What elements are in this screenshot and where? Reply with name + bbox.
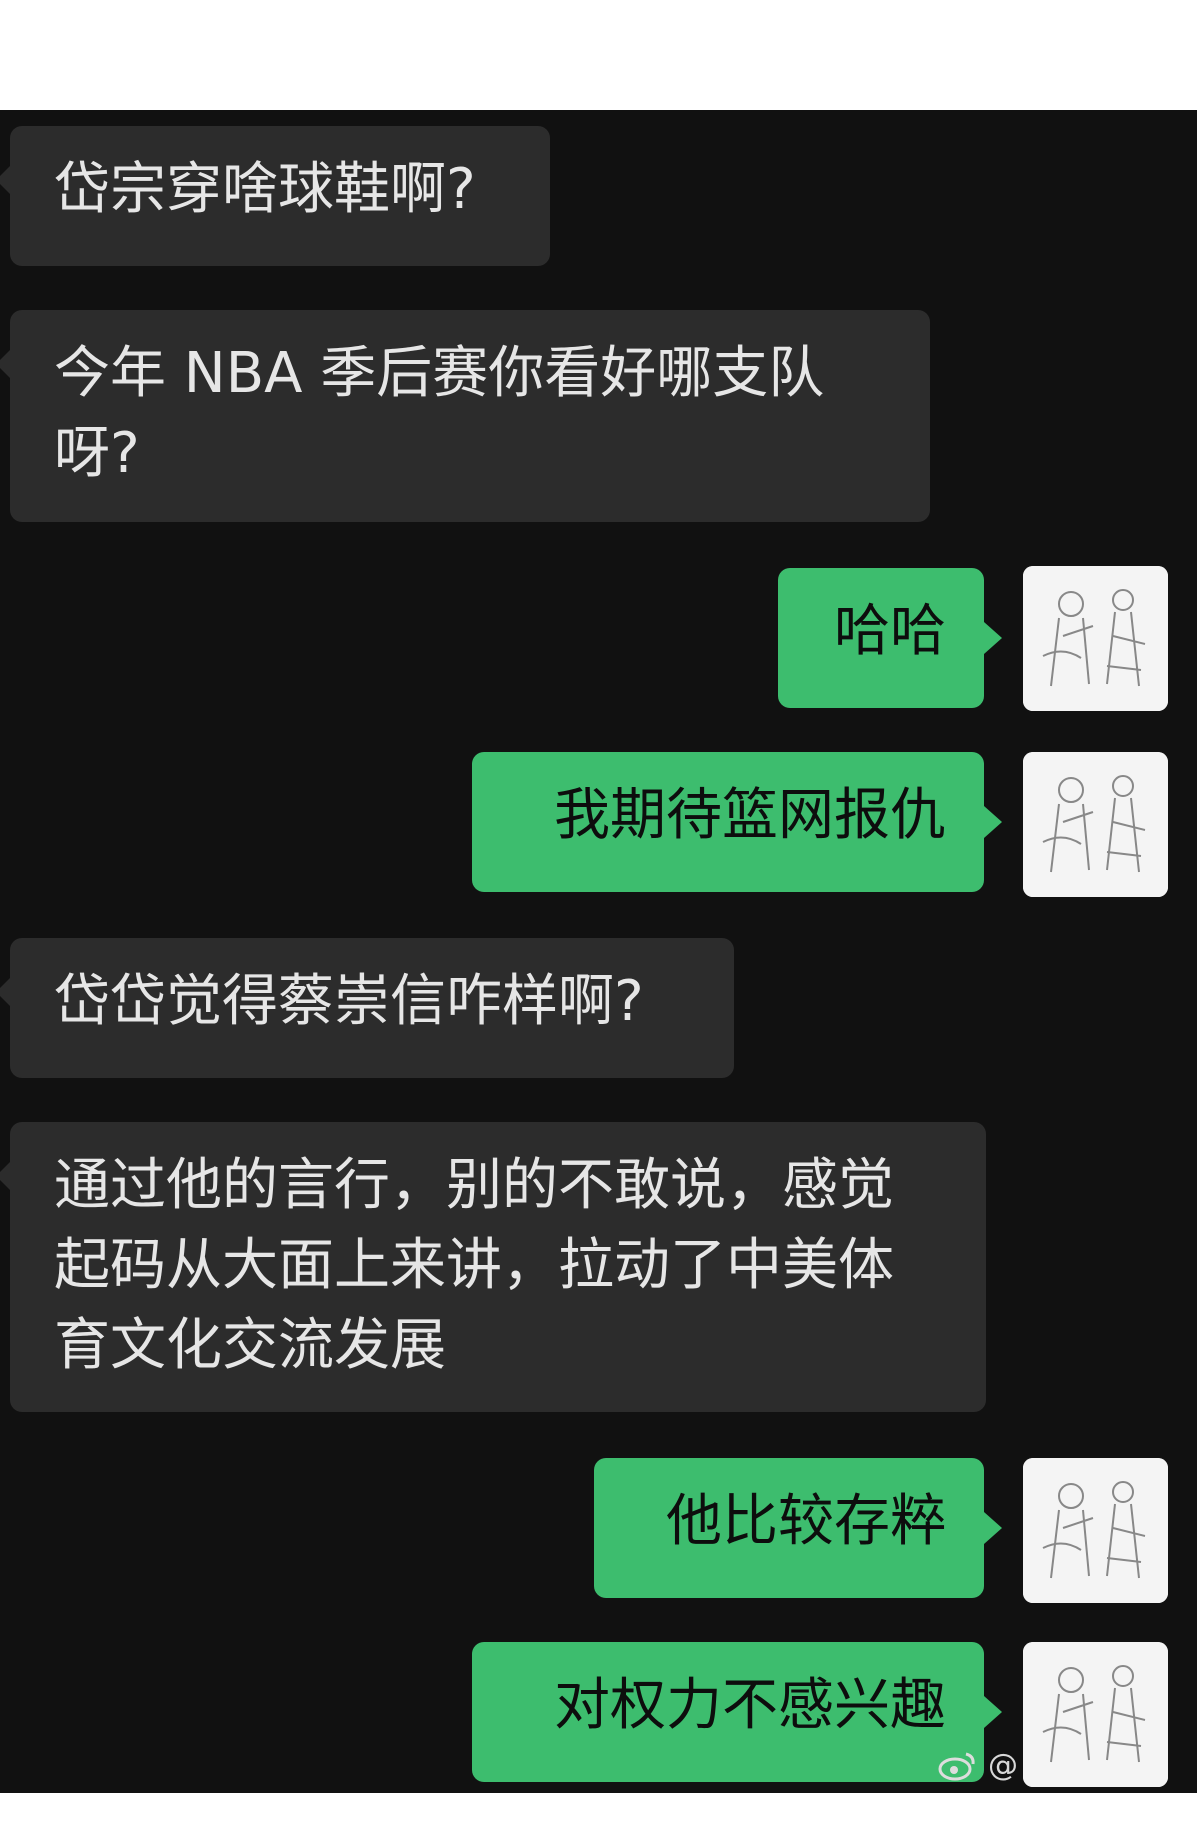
sketch-avatar-icon bbox=[1023, 566, 1168, 711]
avatar[interactable] bbox=[1023, 1642, 1168, 1787]
watermark: @ bbox=[938, 1743, 1018, 1787]
avatar[interactable] bbox=[1023, 566, 1168, 711]
sketch-avatar-icon bbox=[1023, 1642, 1168, 1787]
watermark-text: @ bbox=[988, 1747, 1018, 1783]
avatar[interactable] bbox=[1023, 1458, 1168, 1603]
message-bubble-sent[interactable]: 对权力不感兴趣 bbox=[472, 1642, 1002, 1782]
chat-area[interactable]: 岱宗穿啥球鞋啊? 今年 NBA 季后赛你看好哪支队 呀? 哈哈 我期待篮网报仇 … bbox=[0, 110, 1197, 1793]
avatar[interactable] bbox=[1023, 752, 1168, 897]
message-bubble-received[interactable]: 今年 NBA 季后赛你看好哪支队 呀? bbox=[0, 310, 930, 522]
message-bubble-sent[interactable]: 哈哈 bbox=[778, 568, 1002, 708]
message-bubble-received[interactable]: 岱宗穿啥球鞋啊? bbox=[0, 126, 550, 266]
message-bubble-received[interactable]: 岱岱觉得蔡崇信咋样啊? bbox=[0, 938, 734, 1078]
message-bubble-sent[interactable]: 我期待篮网报仇 bbox=[472, 752, 1002, 892]
weibo-logo-icon bbox=[938, 1752, 975, 1781]
sketch-avatar-icon bbox=[1023, 752, 1168, 897]
sketch-avatar-icon bbox=[1023, 1458, 1168, 1603]
message-bubble-sent[interactable]: 他比较存粹 bbox=[594, 1458, 1002, 1598]
message-bubble-received[interactable]: 通过他的言行，别的不敢说，感觉 起码从大面上来讲，拉动了中美体 育文化交流发展 bbox=[0, 1122, 986, 1412]
